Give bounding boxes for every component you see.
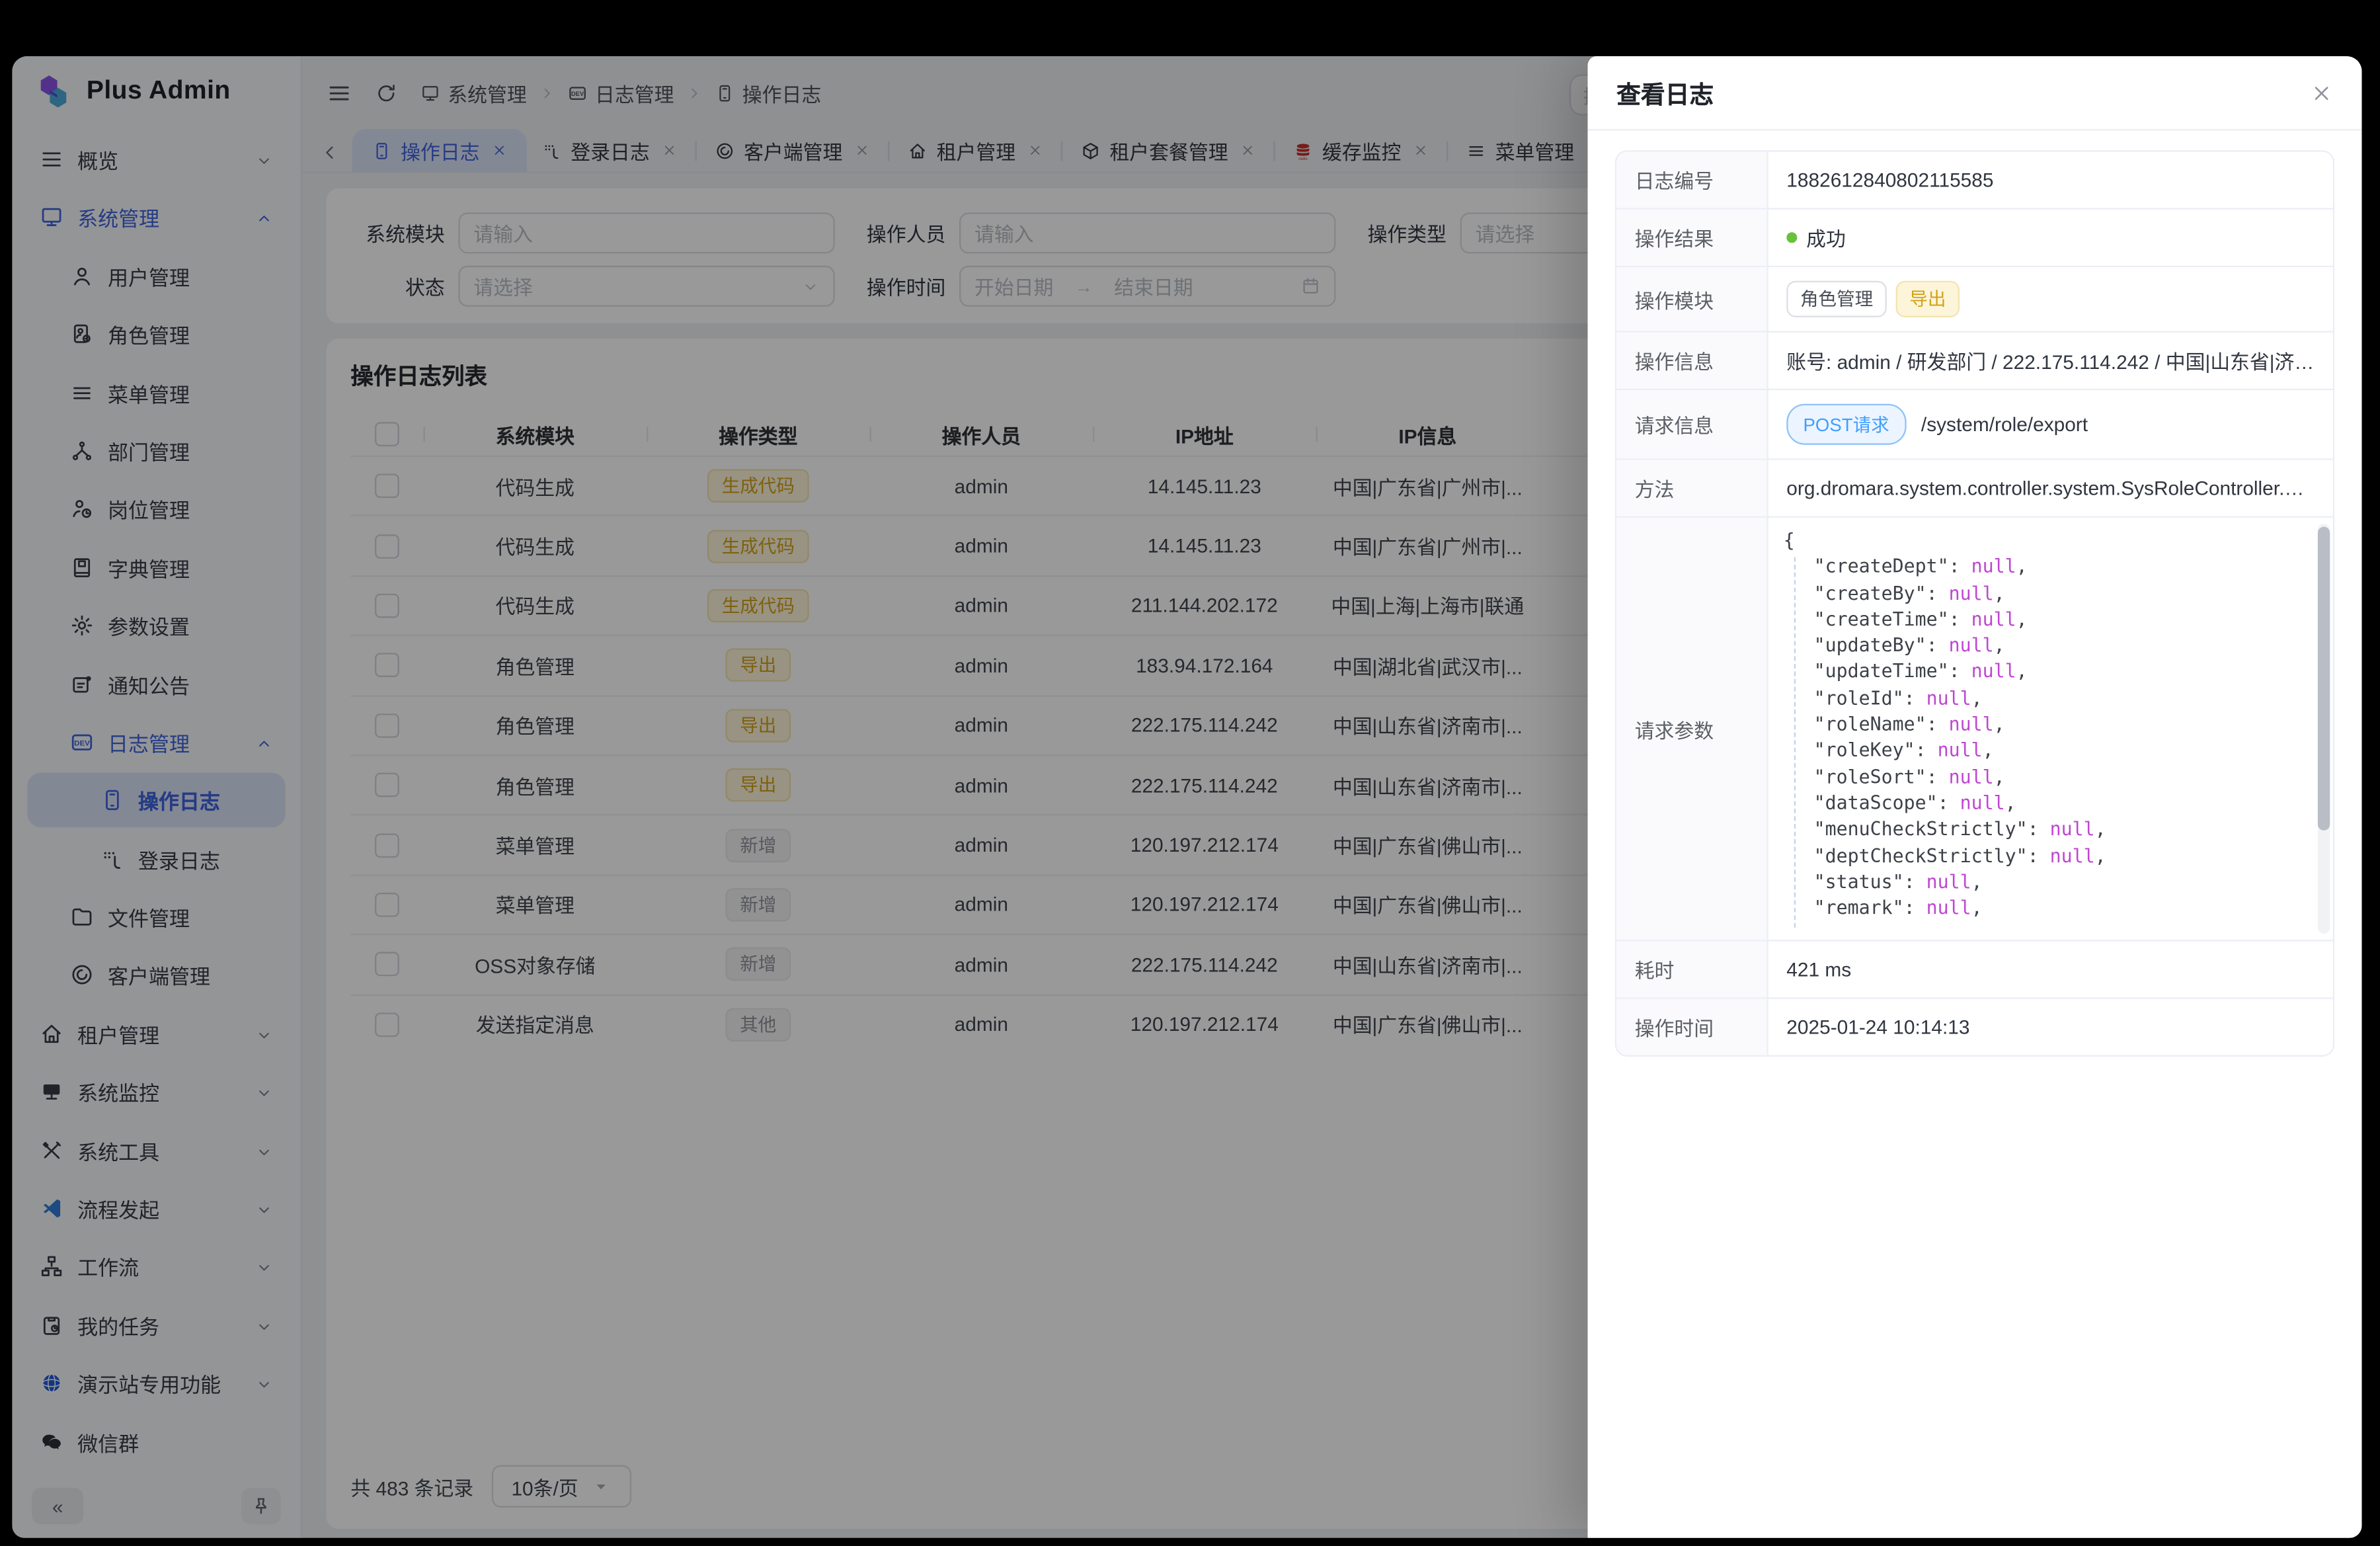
- request-params-json-viewer[interactable]: {"createDept": null,"createBy": null,"cr…: [1768, 518, 2333, 940]
- drawer-row-4: 请求信息POST请求/system/role/export: [1616, 389, 2333, 459]
- field-label: 耗时: [1616, 941, 1768, 997]
- field-value-cell: 421 ms: [1768, 941, 2333, 997]
- json-line: "updateBy": null,: [1784, 633, 2318, 660]
- json-line: "updateTime": null,: [1784, 660, 2318, 686]
- field-label: 方法: [1616, 460, 1768, 516]
- json-line: "status": null,: [1784, 870, 2318, 896]
- json-line: "roleKey": null,: [1784, 739, 2318, 765]
- module-tag: 角色管理: [1786, 281, 1887, 317]
- drawer-header: 查看日志: [1588, 56, 2362, 131]
- field-label: 操作模块: [1616, 267, 1768, 331]
- field-label: 操作信息: [1616, 333, 1768, 389]
- field-value-cell: 1882612840802115585: [1768, 152, 2333, 208]
- json-line: "roleId": null,: [1784, 686, 2318, 712]
- field-value-cell: 2025-01-24 10:14:13: [1768, 999, 2333, 1055]
- field-value: 1882612840802115585: [1786, 169, 1993, 191]
- drawer-row-7: 耗时 421 ms: [1616, 940, 2333, 997]
- field-value-cell: 账号: admin / 研发部门 / 222.175.114.242 / 中国|…: [1768, 333, 2333, 389]
- drawer-row-1: 操作结果 成功: [1616, 208, 2333, 266]
- drawer-title: 查看日志: [1616, 75, 1714, 111]
- json-line: "createBy": null,: [1784, 581, 2318, 607]
- view-log-drawer: 查看日志 日志编号 1882612840802115585 操作结果 成功操作模块角色…: [1588, 56, 2362, 1538]
- stage: Plus Admin 概览系统管理用户管理角色管理菜单管理部门管理岗位管理字典管…: [0, 0, 2380, 1545]
- drawer-row-5: 方法 org.dromara.system.controller.system.S…: [1616, 458, 2333, 516]
- field-value: 账号: admin / 研发部门 / 222.175.114.242 / 中国|…: [1786, 346, 2315, 375]
- drawer-row-3: 操作信息账号: admin / 研发部门 / 222.175.114.242 /…: [1616, 331, 2333, 389]
- json-line: "remark": null,: [1784, 896, 2318, 922]
- drawer-row-6: 请求参数{"createDept": null,"createBy": null…: [1616, 516, 2333, 940]
- module-tag: 导出: [1896, 281, 1960, 317]
- json-scrollbar-thumb[interactable]: [2318, 527, 2330, 831]
- json-line: "dataScope": null,: [1784, 791, 2318, 817]
- json-line: "deptCheckStrictly": null,: [1784, 844, 2318, 870]
- field-label: 操作结果: [1616, 210, 1768, 266]
- field-label: 请求信息: [1616, 390, 1768, 458]
- field-value: 2025-01-24 10:14:13: [1786, 1016, 1969, 1038]
- field-label: 操作时间: [1616, 999, 1768, 1055]
- drawer-row-8: 操作时间 2025-01-24 10:14:13: [1616, 997, 2333, 1055]
- field-value-cell: 角色管理导出: [1768, 267, 2333, 331]
- json-line: "createDept": null,: [1784, 555, 2318, 581]
- drawer-row-0: 日志编号 1882612840802115585: [1616, 152, 2333, 208]
- screenshot-root: Plus Admin 概览系统管理用户管理角色管理菜单管理部门管理岗位管理字典管…: [0, 0, 2380, 1546]
- field-label: 请求参数: [1616, 518, 1768, 940]
- drawer-close-button[interactable]: [2310, 81, 2332, 104]
- post-method-pill: POST请求: [1786, 404, 1906, 445]
- field-label: 日志编号: [1616, 152, 1768, 208]
- field-value-cell: org.dromara.system.controller.system.Sys…: [1768, 460, 2333, 516]
- field-value: org.dromara.system.controller.system.Sys…: [1786, 477, 2315, 499]
- field-value: 成功: [1806, 224, 1846, 253]
- drawer-row-2: 操作模块角色管理导出: [1616, 266, 2333, 331]
- json-line: "roleName": null,: [1784, 712, 2318, 739]
- request-path: /system/role/export: [1921, 413, 2088, 435]
- json-line: {: [1784, 528, 2318, 555]
- log-descriptions: 日志编号1882612840802115585操作结果成功操作模块角色管理导出操…: [1615, 150, 2334, 1057]
- json-line: "createTime": null,: [1784, 607, 2318, 633]
- close-icon: [2310, 81, 2332, 104]
- field-value: 421 ms: [1786, 958, 1851, 981]
- field-value-cell: POST请求/system/role/export: [1768, 390, 2333, 458]
- json-indent-guide: [1794, 557, 1796, 928]
- json-line: "menuCheckStrictly": null,: [1784, 817, 2318, 844]
- success-dot-icon: [1786, 232, 1797, 243]
- drawer-body: 日志编号1882612840802115585操作结果成功操作模块角色管理导出操…: [1588, 130, 2362, 1537]
- json-line: "roleSort": null,: [1784, 764, 2318, 791]
- field-value-cell: {"createDept": null,"createBy": null,"cr…: [1768, 518, 2333, 940]
- field-value-cell: 成功: [1768, 210, 2333, 266]
